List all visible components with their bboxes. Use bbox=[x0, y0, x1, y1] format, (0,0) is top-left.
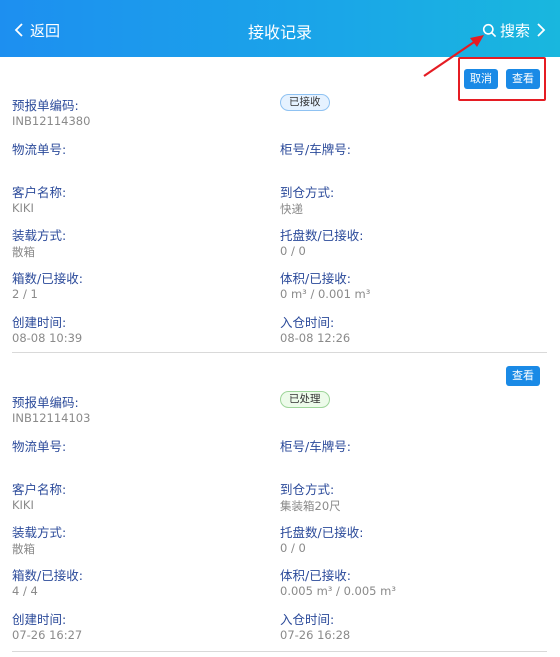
loading-method-label: 装载方式: bbox=[12, 525, 67, 540]
boxes-value: 2 / 1 bbox=[12, 287, 38, 301]
loading-method-value: 散箱 bbox=[12, 245, 35, 259]
volume-label: 体积/已接收: bbox=[280, 568, 351, 583]
volume-value: 0.005 m³ / 0.005 m³ bbox=[280, 584, 396, 598]
inbound-label: 入仓时间: bbox=[280, 612, 335, 627]
prebook-no-value: INB12114103 bbox=[12, 411, 91, 425]
boxes-value: 4 / 4 bbox=[12, 584, 38, 598]
volume-label: 体积/已接收: bbox=[280, 271, 351, 286]
chevron-right-icon bbox=[537, 23, 546, 37]
divider bbox=[12, 352, 547, 353]
loading-method-value: 散箱 bbox=[12, 542, 35, 556]
record-card: 取消 查看 预报单编码: 已接收 INB12114380 物流单号: 柜号/车牌… bbox=[0, 57, 560, 354]
loading-method-label: 装载方式: bbox=[12, 228, 67, 243]
container-label: 柜号/车牌号: bbox=[280, 142, 351, 157]
created-value: 07-26 16:27 bbox=[12, 628, 83, 642]
logistics-no-label: 物流单号: bbox=[12, 142, 67, 157]
customer-value: KIKI bbox=[12, 498, 34, 512]
prebook-no-value: INB12114380 bbox=[12, 114, 91, 128]
status-badge: 已接收 bbox=[280, 94, 330, 111]
annotation-arrow-icon bbox=[423, 35, 484, 77]
volume-value: 0 m³ / 0.001 m³ bbox=[280, 287, 371, 301]
logistics-no-label: 物流单号: bbox=[12, 439, 67, 454]
pallets-label: 托盘数/已接收: bbox=[280, 228, 364, 243]
arrival-method-value: 集装箱20尺 bbox=[280, 499, 341, 513]
prebook-no-label: 预报单编码: bbox=[12, 395, 79, 410]
inbound-label: 入仓时间: bbox=[280, 315, 335, 330]
customer-value: KIKI bbox=[12, 201, 34, 215]
search-button[interactable]: 搜索 bbox=[482, 19, 546, 41]
prebook-no-label: 预报单编码: bbox=[12, 98, 79, 113]
pallets-value: 0 / 0 bbox=[280, 541, 306, 555]
boxes-label: 箱数/已接收: bbox=[12, 568, 83, 583]
pallets-label: 托盘数/已接收: bbox=[280, 525, 364, 540]
arrival-method-value: 快递 bbox=[280, 202, 303, 216]
arrival-method-label: 到仓方式: bbox=[280, 185, 335, 200]
inbound-value: 08-08 12:26 bbox=[280, 331, 351, 345]
created-value: 08-08 10:39 bbox=[12, 331, 83, 345]
customer-label: 客户名称: bbox=[12, 482, 67, 497]
search-label: 搜索 bbox=[499, 21, 530, 40]
view-button[interactable]: 查看 bbox=[506, 366, 540, 386]
arrival-method-label: 到仓方式: bbox=[280, 482, 335, 497]
created-label: 创建时间: bbox=[12, 315, 67, 330]
pallets-value: 0 / 0 bbox=[280, 244, 306, 258]
created-label: 创建时间: bbox=[12, 612, 67, 627]
inbound-value: 07-26 16:28 bbox=[280, 628, 351, 642]
record-card: 查看 预报单编码: 已处理 INB12114103 物流单号: 柜号/车牌号: … bbox=[0, 354, 560, 657]
customer-label: 客户名称: bbox=[12, 185, 67, 200]
boxes-label: 箱数/已接收: bbox=[12, 271, 83, 286]
divider bbox=[12, 651, 547, 652]
container-label: 柜号/车牌号: bbox=[280, 439, 351, 454]
status-badge: 已处理 bbox=[280, 391, 330, 408]
